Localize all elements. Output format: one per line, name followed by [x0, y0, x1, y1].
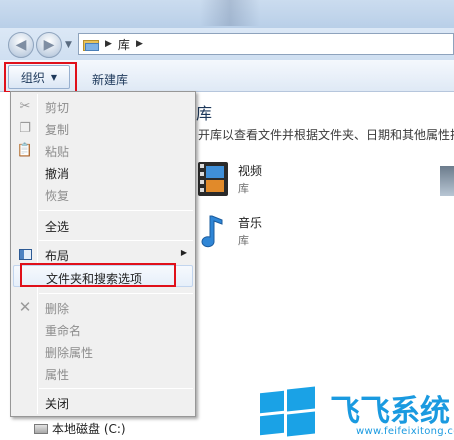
video-library-icon [198, 162, 228, 196]
menu-item-label: 全选 [45, 220, 70, 234]
menu-item-label: 删除属性 [45, 346, 94, 360]
menu-separator [39, 240, 193, 241]
tree-item-label: 本地磁盘 (C:) [52, 422, 126, 436]
address-bar[interactable]: ▶ 库 ▶ [78, 33, 454, 55]
menu-item-label: 删除 [45, 302, 70, 316]
title-blur [200, 0, 260, 26]
layout-icon [18, 248, 32, 260]
scissors-icon: ✂ [19, 98, 31, 114]
watermark-url: www.feifeixitong.com [356, 426, 454, 437]
library-folder-icon [83, 38, 99, 51]
menu-item-label: 撤消 [45, 167, 70, 181]
organize-red-highlight [4, 62, 77, 93]
menu-item-select-all[interactable]: 全选 [13, 214, 193, 236]
command-bar: 组织 ▼ 新建库 [0, 60, 454, 93]
menu-item-delete[interactable]: ✕ 删除 [13, 296, 193, 318]
menu-item-label: 布局 [45, 249, 70, 263]
menu-item-label: 属性 [45, 368, 70, 382]
menu-item-cut[interactable]: ✂ 剪切 [13, 95, 193, 117]
menu-item-close[interactable]: 关闭 [13, 391, 193, 413]
menu-item-remove-properties[interactable]: 删除属性 [13, 340, 193, 362]
library-type: 库 [238, 234, 249, 247]
menu-item-rename[interactable]: 重命名 [13, 318, 193, 340]
menu-item-redo[interactable]: 恢复 [13, 183, 193, 205]
folder-options-red-highlight [20, 263, 176, 287]
back-arrow-icon: ◀ [15, 37, 27, 53]
menu-item-undo[interactable]: 撤消 [13, 161, 193, 183]
page-title-partial: 库 [196, 104, 213, 123]
windows-logo-icon [260, 386, 316, 437]
menu-item-paste[interactable]: 📋 粘贴 [13, 139, 193, 161]
window-titlebar [0, 0, 454, 28]
breadcrumb-library[interactable]: 库 [118, 36, 130, 53]
layout-icon-wrap [17, 246, 33, 262]
library-name: 音乐 [238, 216, 263, 230]
breadcrumb-arrow-icon[interactable]: ▶ [105, 39, 112, 49]
organize-menu: ✂ 剪切 ❐ 复制 📋 粘贴 撤消 恢复 全选 布局 ▶ 文件夹和搜索选项 ✕ … [10, 91, 196, 417]
library-description: 开库以查看文件并根据文件夹、日期和其他属性排 [198, 128, 454, 142]
menu-separator [39, 388, 193, 389]
address-row: ◀ ▶ ▼ ▶ 库 ▶ [0, 28, 454, 60]
watermark-name: 飞飞系统 [330, 394, 450, 429]
watermark: 飞飞系统 www.feifeixitong.com [256, 380, 454, 440]
library-item-partial-icon[interactable] [440, 166, 454, 196]
menu-item-label: 恢复 [45, 189, 70, 203]
library-name: 视频 [238, 164, 263, 178]
menu-item-label: 复制 [45, 123, 70, 137]
recent-pages-dropdown-icon[interactable]: ▼ [65, 40, 72, 50]
forward-arrow-icon: ▶ [43, 37, 55, 53]
menu-item-properties[interactable]: 属性 [13, 362, 193, 384]
menu-item-copy[interactable]: ❐ 复制 [13, 117, 193, 139]
library-type: 库 [238, 182, 249, 195]
menu-item-label: 关闭 [45, 397, 70, 411]
menu-separator [39, 210, 193, 211]
menu-separator [39, 293, 193, 294]
menu-item-layout[interactable]: 布局 ▶ [13, 243, 193, 265]
breadcrumb-arrow-icon[interactable]: ▶ [136, 39, 143, 49]
library-item-videos[interactable]: 视频 库 [196, 160, 316, 202]
music-note-icon [201, 215, 223, 248]
menu-item-label: 剪切 [45, 101, 70, 115]
forward-button[interactable]: ▶ [36, 32, 62, 58]
delete-x-icon: ✕ [18, 298, 32, 316]
new-library-button[interactable]: 新建库 [92, 71, 128, 88]
menu-item-label: 粘贴 [45, 145, 70, 159]
drive-icon [34, 423, 48, 434]
copy-icon: ❐ [19, 120, 31, 136]
submenu-arrow-icon: ▶ [180, 248, 187, 257]
library-item-music[interactable]: 音乐 库 [196, 212, 316, 254]
back-button[interactable]: ◀ [8, 32, 34, 58]
menu-item-label: 重命名 [45, 324, 82, 338]
tree-item-local-disk[interactable]: 本地磁盘 (C:) [34, 420, 126, 437]
paste-icon: 📋 [16, 142, 34, 158]
